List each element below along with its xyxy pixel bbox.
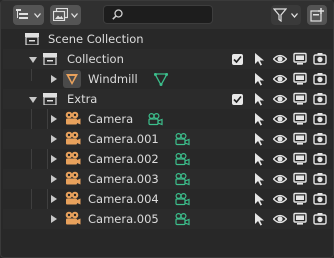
disclosure-expanded-icon[interactable] [29, 97, 37, 103]
disclosure-collapsed-icon[interactable] [51, 175, 57, 183]
chevron-down-icon [34, 13, 41, 18]
select-arrow-icon[interactable] [253, 92, 267, 106]
camera-object-icon [65, 131, 81, 145]
camera-data-icon[interactable] [175, 193, 190, 206]
new-collection-button[interactable] [307, 5, 327, 25]
tree-item-label: Camera.002 [88, 152, 159, 166]
tree-row-scene-collection[interactable]: Scene Collection [3, 29, 332, 49]
tree-item-label: Camera.003 [88, 172, 159, 186]
outliner-header [1, 1, 333, 29]
camera-data-icon[interactable] [148, 113, 163, 126]
select-arrow-icon[interactable] [253, 72, 267, 86]
camera-object-icon [65, 191, 81, 205]
camera-render-icon[interactable] [313, 192, 327, 206]
search-input[interactable] [103, 5, 213, 24]
mesh-data-icon[interactable] [154, 73, 168, 86]
camera-object-icon [65, 211, 81, 225]
eye-icon[interactable] [273, 132, 287, 146]
tree-item-label: Camera.005 [88, 212, 159, 226]
exclude-checkbox[interactable] [232, 94, 243, 105]
eye-icon[interactable] [273, 152, 287, 166]
eye-icon[interactable] [273, 212, 287, 226]
mesh-object-icon [63, 70, 81, 88]
select-arrow-icon[interactable] [253, 152, 267, 166]
scene-collection-icon [25, 33, 39, 45]
monitor-icon[interactable] [293, 112, 307, 126]
eye-icon[interactable] [273, 92, 287, 106]
funnel-icon [273, 8, 287, 22]
camera-render-icon[interactable] [313, 72, 327, 86]
image-layers-icon [53, 8, 68, 21]
monitor-icon[interactable] [293, 192, 307, 206]
monitor-icon[interactable] [293, 152, 307, 166]
monitor-icon[interactable] [293, 72, 307, 86]
camera-data-icon[interactable] [175, 173, 190, 186]
camera-object-icon [65, 111, 81, 125]
filter-dropdown[interactable] [271, 5, 301, 25]
disclosure-collapsed-icon[interactable] [51, 115, 57, 123]
monitor-icon[interactable] [293, 92, 307, 106]
camera-data-icon[interactable] [175, 213, 190, 226]
camera-render-icon[interactable] [313, 92, 327, 106]
disclosure-collapsed-icon[interactable] [51, 195, 57, 203]
outliner-list-icon [16, 9, 28, 19]
disclosure-expanded-icon[interactable] [29, 57, 37, 63]
tree-item-label: Windmill [88, 72, 138, 86]
tree-item-label: Camera.004 [88, 192, 159, 206]
select-arrow-icon[interactable] [253, 172, 267, 186]
camera-render-icon[interactable] [313, 152, 327, 166]
disclosure-collapsed-icon[interactable] [51, 155, 57, 163]
tree-item-label: Extra [67, 92, 98, 106]
select-arrow-icon[interactable] [253, 192, 267, 206]
disclosure-collapsed-icon[interactable] [51, 75, 57, 83]
disclosure-collapsed-icon[interactable] [51, 215, 57, 223]
camera-object-icon [65, 151, 81, 165]
view-layer-dropdown[interactable] [50, 5, 81, 25]
monitor-icon[interactable] [293, 132, 307, 146]
eye-icon[interactable] [273, 52, 287, 66]
eye-icon[interactable] [273, 112, 287, 126]
select-arrow-icon[interactable] [253, 132, 267, 146]
display-mode-dropdown[interactable] [13, 5, 44, 25]
camera-render-icon[interactable] [313, 52, 327, 66]
search-icon [112, 9, 123, 20]
monitor-icon[interactable] [293, 52, 307, 66]
tree-item-label: Collection [67, 52, 124, 66]
eye-icon[interactable] [273, 172, 287, 186]
chevron-down-icon [291, 13, 298, 18]
tree-item-label: Camera.001 [88, 132, 159, 146]
eye-icon[interactable] [273, 192, 287, 206]
eye-icon[interactable] [273, 72, 287, 86]
monitor-icon[interactable] [293, 212, 307, 226]
collection-icon [43, 53, 57, 65]
new-collection-icon [310, 8, 324, 22]
collection-icon [43, 93, 57, 105]
select-arrow-icon[interactable] [253, 112, 267, 126]
chevron-down-icon [71, 13, 78, 18]
tree-item-label: Camera [88, 112, 134, 126]
camera-render-icon[interactable] [313, 132, 327, 146]
camera-data-icon[interactable] [175, 153, 190, 166]
camera-render-icon[interactable] [313, 172, 327, 186]
camera-render-icon[interactable] [313, 112, 327, 126]
tree-item-label: Scene Collection [48, 32, 144, 46]
disclosure-collapsed-icon[interactable] [51, 135, 57, 143]
outliner-panel: Scene Collection Collection Windmill Ext… [0, 0, 334, 258]
select-arrow-icon[interactable] [253, 212, 267, 226]
camera-object-icon [65, 171, 81, 185]
camera-render-icon[interactable] [313, 212, 327, 226]
camera-data-icon[interactable] [175, 133, 190, 146]
select-arrow-icon[interactable] [253, 52, 267, 66]
exclude-checkbox[interactable] [232, 54, 243, 65]
monitor-icon[interactable] [293, 172, 307, 186]
